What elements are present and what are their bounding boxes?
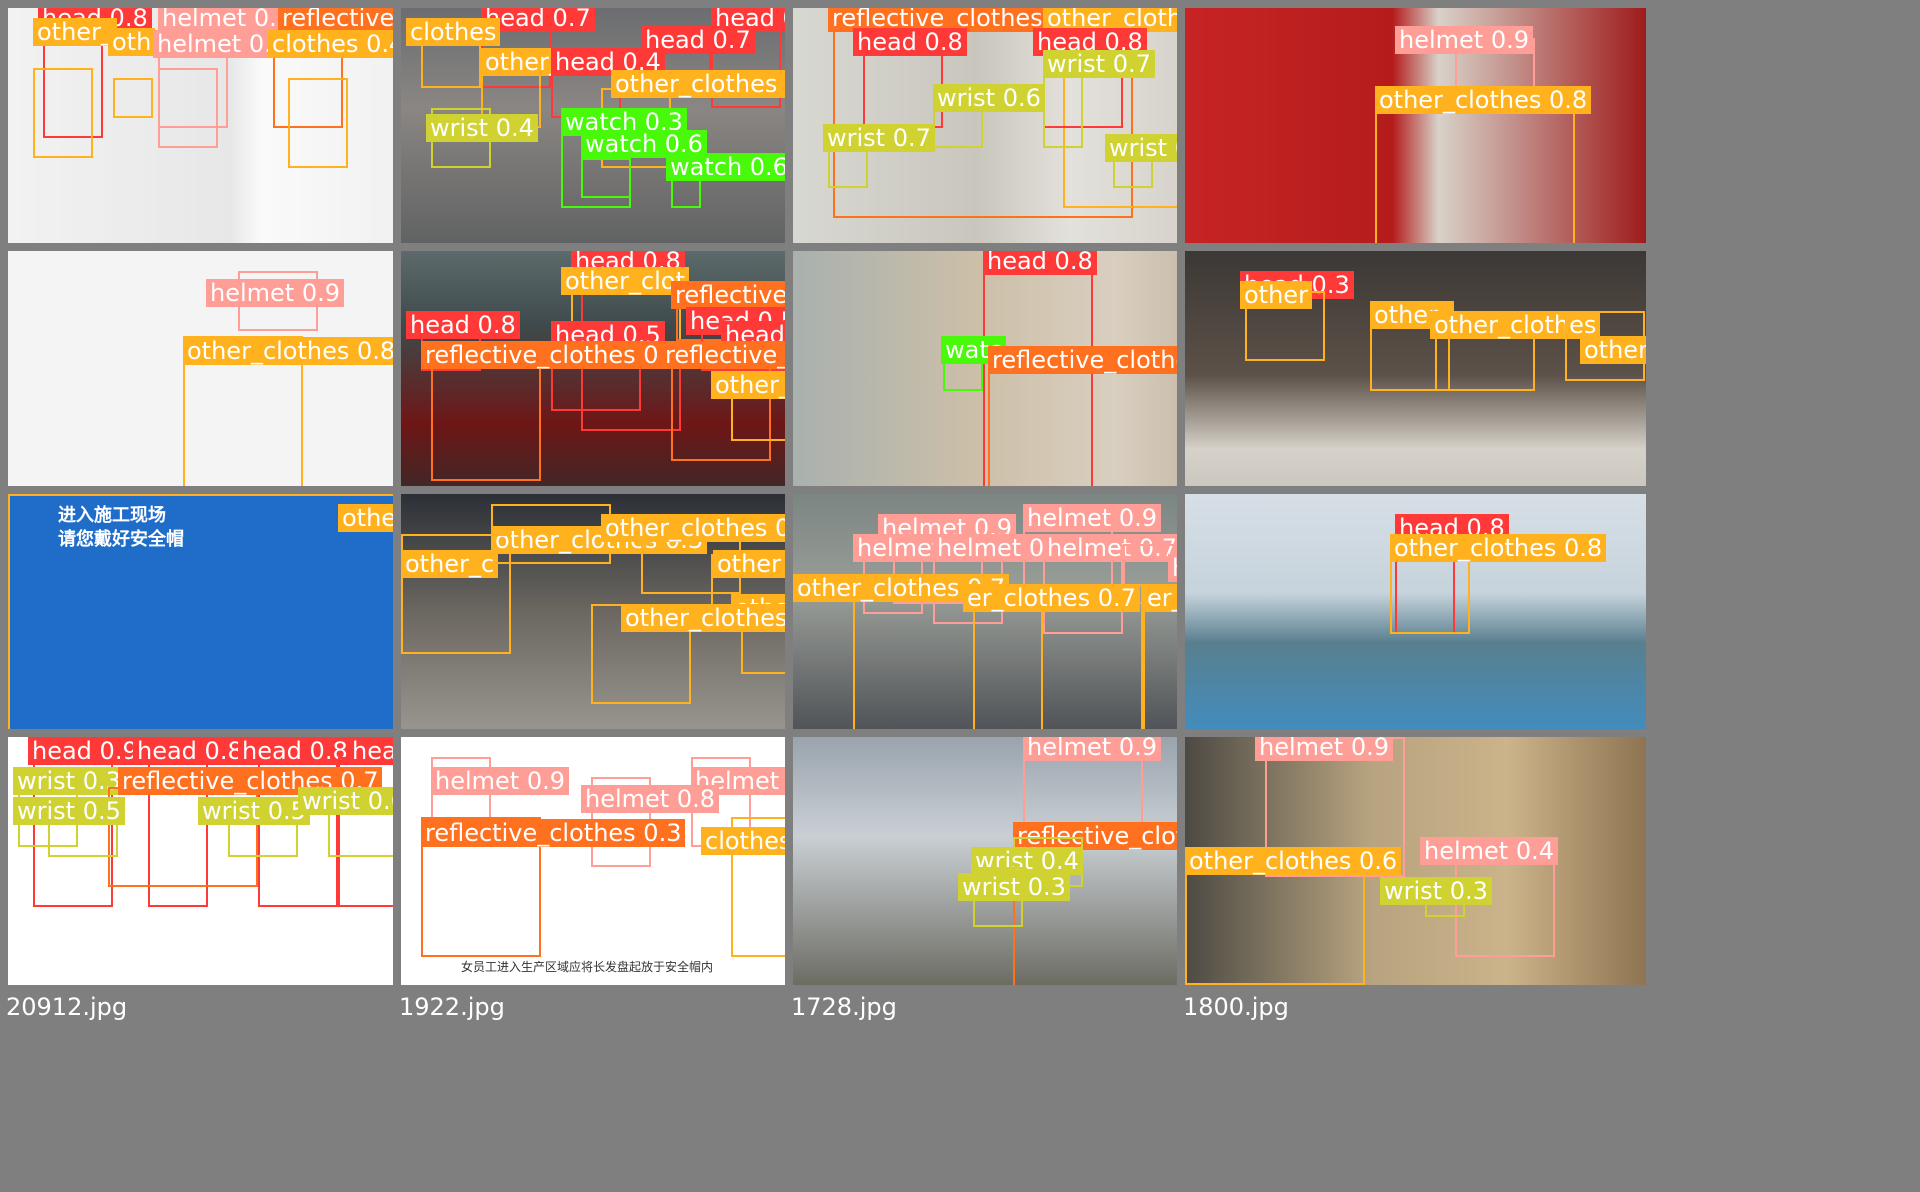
detection-label: helmet 0.8: [581, 785, 719, 813]
detection-label: other: [713, 550, 785, 578]
detection-label: other_clothes 0.8: [183, 337, 400, 365]
detection-label: other_clothes 0.8: [1390, 534, 1607, 562]
tile-filename: 1922.jpg: [399, 993, 505, 1021]
detection-box: [33, 68, 93, 158]
detection-label: wrist 0.3: [958, 873, 1070, 901]
detection-box: [431, 361, 541, 481]
detection-label: other: [1580, 336, 1646, 364]
tile-filename: 1728.jpg: [791, 993, 897, 1021]
detection-label: reflective_clothes 0.3: [421, 819, 686, 847]
detection-box: [1043, 68, 1083, 148]
detection-label: other_: [33, 18, 117, 46]
detection-label: other_clothes 0.8: [1375, 86, 1592, 114]
detection-label: wrist 0.5: [13, 797, 125, 825]
detection-label: wrist 0.4: [426, 114, 538, 142]
detection-box: [581, 158, 631, 198]
detection-label: other_clot: [561, 267, 689, 295]
detection-label: wrist 0.5: [198, 797, 310, 825]
detection-label: watch 0.6: [666, 153, 792, 181]
detection-label: helmet 0.9: [431, 767, 569, 795]
tile-filename: 20912.jpg: [6, 993, 128, 1021]
detection-label: other_clothes 0.6: [1185, 847, 1402, 875]
detection-label: helmet 0.9: [1255, 737, 1393, 761]
detection-label: clothes: [406, 18, 501, 46]
detection-label: head 0.8: [853, 28, 967, 56]
detection-label: helmet 0.9: [1023, 504, 1161, 532]
detection-label: reflective_clothes 0.5: [421, 341, 686, 369]
detection-box: [1185, 857, 1365, 985]
detection-label: reflective: [278, 8, 399, 32]
detection-label: wrist 0.7: [1043, 50, 1155, 78]
detection-label: helmet 0.9: [1395, 26, 1533, 54]
detection-label: helmet 0.8: [158, 8, 296, 32]
detection-label: clothes 0.4: [268, 30, 409, 58]
detection-label: helmet 0.9: [1023, 737, 1161, 761]
mosaic-grid: head 0.8helmet 0.8reflectiveother_othhel…: [0, 0, 1920, 1192]
detection-label: wrist 0.3: [1380, 877, 1492, 905]
detection-label: head 0.9: [28, 737, 142, 765]
detection-label: wrist 0.6: [933, 84, 1045, 112]
detection-label: head 0.8: [983, 251, 1097, 275]
detection-box: [158, 68, 218, 148]
detection-label: wrist 0.7: [823, 124, 935, 152]
detection-box: [113, 78, 153, 118]
detection-label: er_clothes 0.7: [963, 584, 1140, 612]
detection-label: helmet 0.9: [206, 279, 344, 307]
detection-label: other_c: [401, 550, 499, 578]
detection-label: other: [1240, 281, 1312, 309]
tile-image: helmet 0.9 other_clothes 0.6 helmet 0.4 wri…: [1185, 737, 1646, 985]
detection-label: head 0.8: [133, 737, 247, 765]
tile-image: head 0.3otherother_other_clothesother: [1185, 251, 1646, 499]
tile-image: head 0.8 other_clothes 0.8: [1185, 494, 1646, 742]
detection-box: [288, 78, 348, 168]
detection-label: helmet 0.4: [1420, 837, 1558, 865]
tile-image: helmet 0.9 other_clothes 0.8: [1185, 8, 1646, 256]
image-caption: 女员工进入生产区域应将长发盘起放于安全帽内: [461, 960, 714, 974]
detection-box: [1375, 98, 1575, 248]
mosaic-tile: helmet 0.9 other_clothes 0.6 helmet 0.4 wri…: [1177, 729, 1654, 1023]
detection-label: oth: [108, 28, 156, 56]
detection-label: head 0.8: [238, 737, 352, 765]
tile-filename: 1800.jpg: [1183, 993, 1289, 1021]
detection-label: head 0.8: [406, 311, 520, 339]
